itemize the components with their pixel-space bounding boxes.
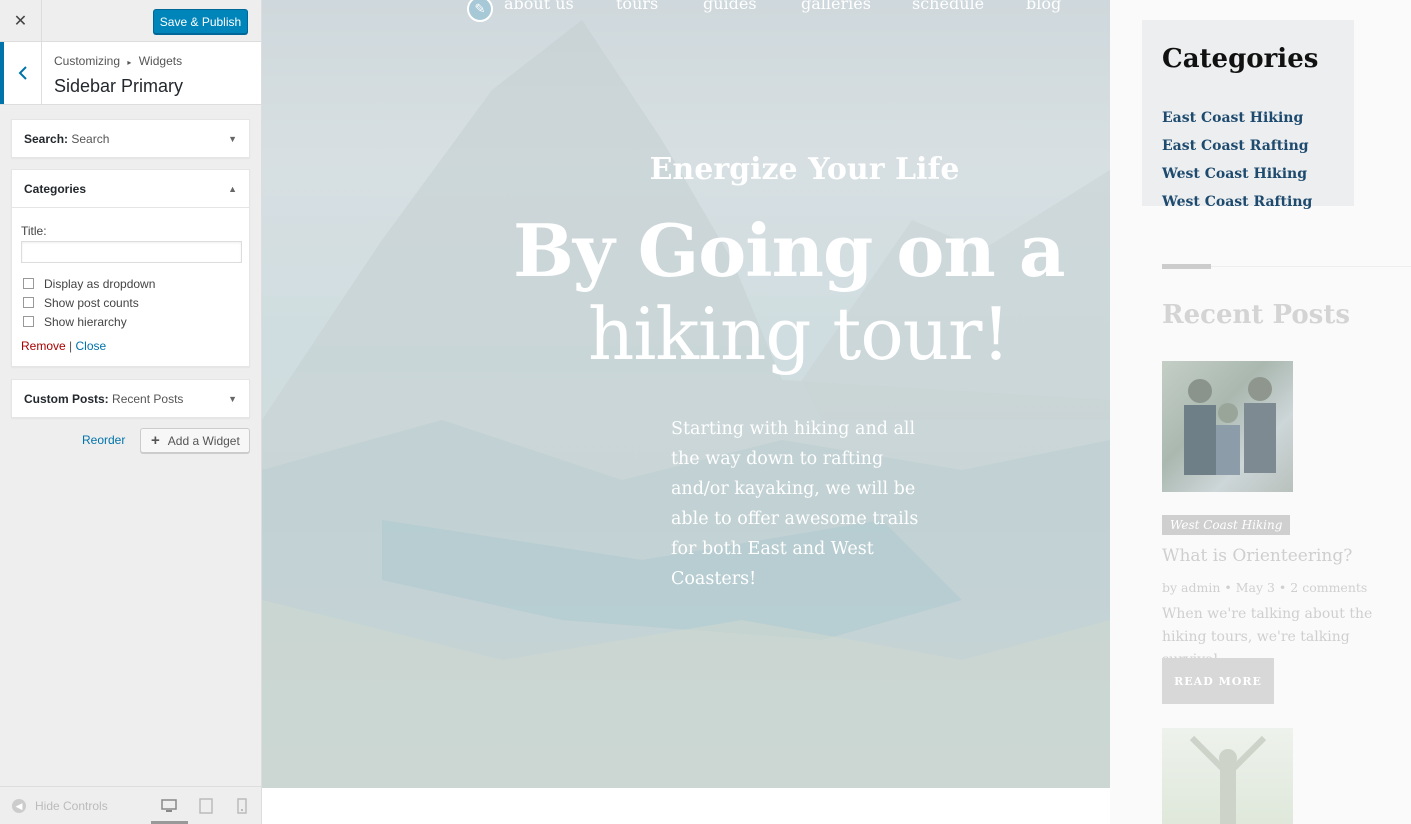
- category-link[interactable]: West Coast Rafting: [1162, 194, 1312, 222]
- hero-headline-line1: By Going on a: [513, 208, 1065, 293]
- divider: [1162, 264, 1211, 269]
- checkbox[interactable]: [23, 297, 34, 308]
- section-header: Customizing ▸ Widgets Sidebar Primary: [0, 42, 261, 105]
- celebrating-hiker-photo: [1189, 735, 1267, 824]
- option-hierarchy[interactable]: Show hierarchy: [21, 312, 240, 331]
- plus-icon: +: [151, 432, 160, 449]
- widget-categories-form: Title: Display as dropdown Show post cou…: [12, 207, 249, 353]
- reorder-link[interactable]: Reorder: [82, 433, 125, 447]
- categories-title: Categories: [1162, 44, 1319, 74]
- panel-title: Sidebar Primary: [54, 76, 184, 96]
- nav-schedule[interactable]: schedule: [912, 0, 984, 13]
- customizer-header: ✕ Save & Publish: [0, 0, 261, 42]
- widget-search: Search: Search ▼: [11, 119, 250, 158]
- remove-link[interactable]: Remove: [21, 339, 66, 353]
- read-more-button[interactable]: READ MORE: [1162, 658, 1274, 704]
- hero-section: ✎ about us tours guides galleries schedu…: [262, 0, 1110, 788]
- widget-categories: Categories ▲ Title: Display as dropdown …: [11, 169, 250, 367]
- post-thumbnail[interactable]: [1162, 361, 1293, 492]
- category-link[interactable]: East Coast Hiking: [1162, 110, 1312, 138]
- category-link[interactable]: West Coast Hiking: [1162, 166, 1312, 194]
- option-post-counts[interactable]: Show post counts: [21, 293, 240, 312]
- collapse-icon: ◀: [12, 799, 26, 813]
- breadcrumb-arrow-icon: ▸: [127, 58, 132, 67]
- recent-posts-title: Recent Posts: [1162, 300, 1350, 330]
- desktop-preview-icon[interactable]: [160, 797, 178, 815]
- expand-arrow-icon[interactable]: ▼: [228, 134, 237, 144]
- close-link[interactable]: Close: [76, 339, 107, 353]
- add-widget-button[interactable]: + Add a Widget: [140, 428, 250, 453]
- post-category-tag[interactable]: West Coast Hiking: [1162, 515, 1291, 535]
- customizer-footer: ◀ Hide Controls: [0, 786, 261, 824]
- hikers-photo: [1184, 377, 1276, 475]
- mobile-preview-icon[interactable]: [233, 797, 251, 815]
- categories-widget: Categories East Coast Hiking East Coast …: [1142, 20, 1354, 210]
- title-label: Title:: [21, 224, 47, 238]
- expand-arrow-icon[interactable]: ▼: [228, 394, 237, 404]
- title-input[interactable]: [21, 241, 242, 263]
- collapse-arrow-icon[interactable]: ▲: [228, 184, 237, 194]
- mountain-landscape: [262, 20, 1110, 788]
- post-thumbnail[interactable]: [1162, 728, 1293, 824]
- post-title[interactable]: What is Orienteering?: [1162, 546, 1352, 566]
- widget-custom-posts-header[interactable]: Custom Posts: Recent Posts ▼: [12, 380, 249, 417]
- checkbox[interactable]: [23, 278, 34, 289]
- hero-headline-line2: hiking tour!: [588, 292, 1010, 376]
- widget-custom-posts: Custom Posts: Recent Posts ▼: [11, 379, 250, 418]
- breadcrumb: Customizing ▸ Widgets: [54, 54, 183, 68]
- nav-galleries[interactable]: galleries: [801, 0, 871, 13]
- divider: [1211, 266, 1411, 267]
- save-publish-button[interactable]: Save & Publish: [153, 9, 248, 34]
- chevron-left-icon: [18, 66, 27, 80]
- close-icon: ✕: [13, 13, 28, 30]
- category-link[interactable]: East Coast Rafting: [1162, 138, 1312, 166]
- hero-body: Starting with hiking and all the way dow…: [671, 419, 919, 589]
- site-sidebar: Categories East Coast Hiking East Coast …: [1110, 0, 1411, 824]
- nav-about-us[interactable]: about us: [504, 0, 574, 13]
- site-preview: ✎ about us tours guides galleries schedu…: [262, 0, 1411, 824]
- widget-categories-header[interactable]: Categories ▲: [12, 170, 249, 207]
- categories-list: East Coast Hiking East Coast Rafting Wes…: [1162, 110, 1312, 222]
- close-customizer-button[interactable]: ✕: [0, 0, 42, 42]
- post-meta: by admin • May 3 • 2 comments: [1162, 580, 1368, 595]
- nav-guides[interactable]: guides: [703, 0, 757, 13]
- hide-controls-button[interactable]: ◀ Hide Controls: [12, 799, 108, 813]
- option-dropdown[interactable]: Display as dropdown: [21, 274, 240, 293]
- nav-blog[interactable]: blog: [1026, 0, 1061, 13]
- widget-actions: Remove | Close: [21, 339, 107, 353]
- customizer-controls: ✕ Save & Publish Customizing ▸ Widgets S…: [0, 0, 262, 824]
- checkbox[interactable]: [23, 316, 34, 327]
- nav-tours[interactable]: tours: [616, 0, 658, 13]
- widget-search-header[interactable]: Search: Search ▼: [12, 120, 249, 157]
- tablet-preview-icon[interactable]: [197, 797, 215, 815]
- back-button[interactable]: [0, 42, 42, 104]
